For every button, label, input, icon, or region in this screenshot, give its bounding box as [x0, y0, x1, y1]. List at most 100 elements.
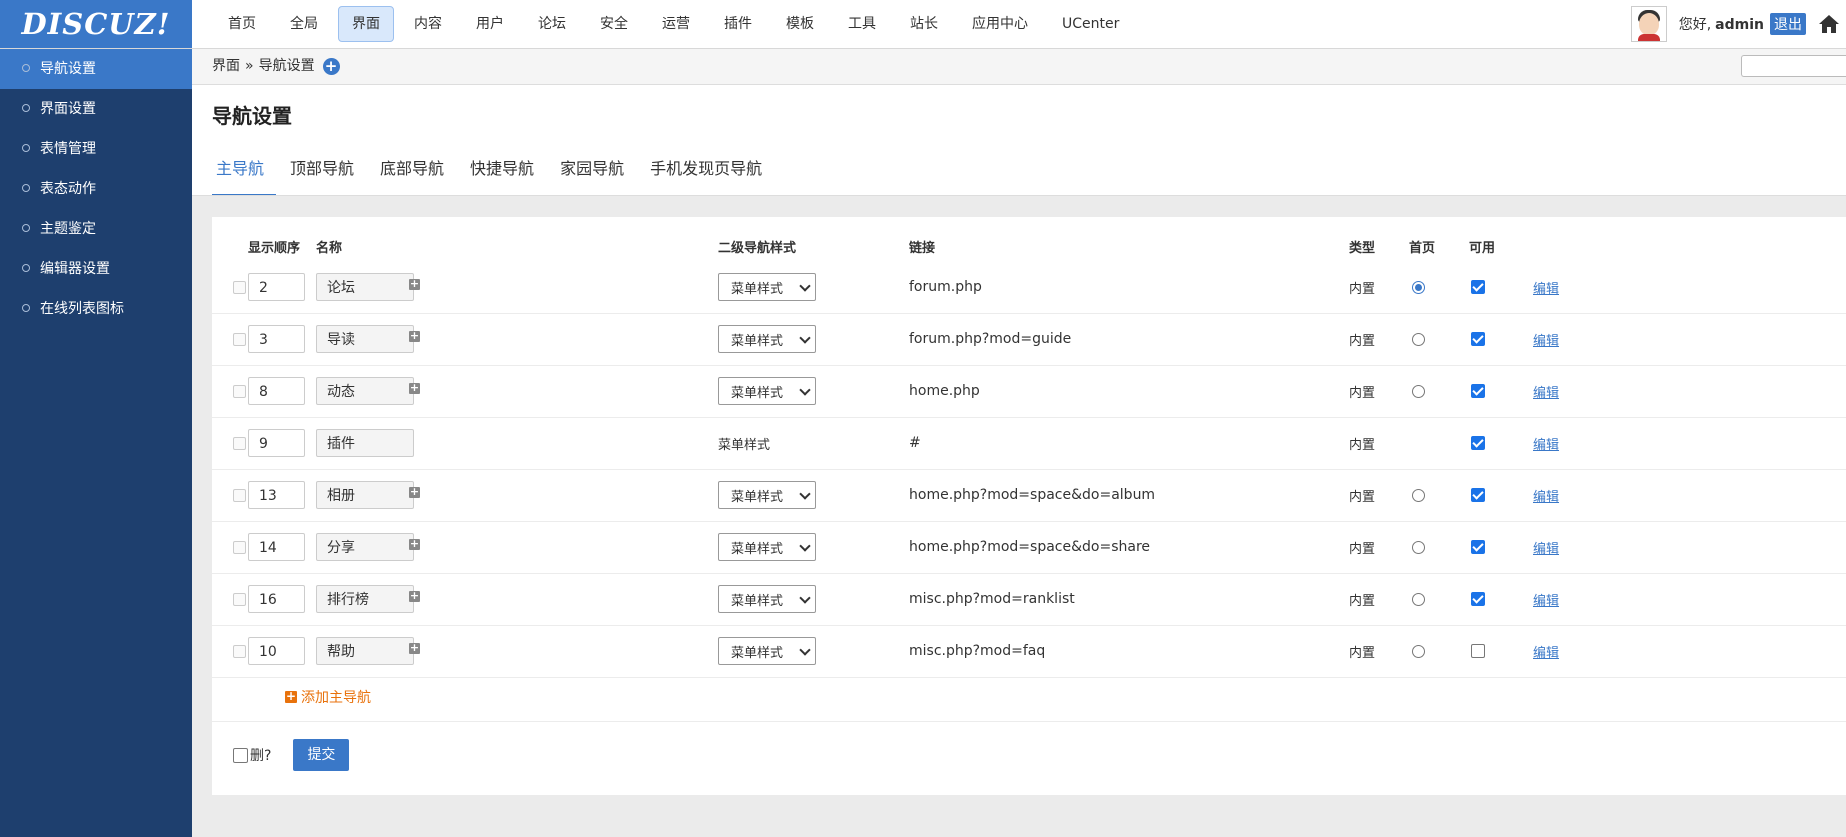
row-select-checkbox[interactable] — [233, 436, 246, 450]
home-radio[interactable] — [1412, 592, 1425, 606]
order-input[interactable]: 2 — [248, 273, 305, 301]
plus-square-icon[interactable]: + — [409, 330, 420, 342]
enabled-checkbox[interactable] — [1471, 332, 1485, 346]
top-nav-item[interactable]: 运营 — [648, 6, 704, 42]
home-radio[interactable] — [1412, 332, 1425, 346]
edit-link[interactable]: 编辑 — [1533, 434, 1559, 453]
tab-3[interactable]: 底部导航 — [368, 150, 456, 194]
name-input[interactable]: 相册 — [316, 481, 414, 509]
sidebar-item[interactable]: 界面设置 — [0, 89, 192, 129]
order-input[interactable]: 8 — [248, 377, 305, 405]
top-nav-item[interactable]: 插件 — [710, 6, 766, 42]
plus-square-icon[interactable]: + — [409, 486, 420, 498]
edit-link[interactable]: 编辑 — [1533, 330, 1559, 349]
edit-link[interactable]: 编辑 — [1533, 382, 1559, 401]
avatar[interactable] — [1630, 6, 1667, 42]
top-nav-item[interactable]: 用户 — [462, 6, 518, 42]
edit-link[interactable]: 编辑 — [1533, 538, 1559, 557]
enabled-checkbox[interactable] — [1471, 540, 1485, 554]
tab-1[interactable]: 主导航 — [212, 150, 277, 196]
plus-circle-icon[interactable]: + — [322, 58, 340, 75]
order-input[interactable]: 9 — [248, 429, 305, 457]
delete-checkbox[interactable] — [233, 747, 248, 763]
enabled-checkbox[interactable] — [1471, 280, 1485, 294]
submit-button[interactable]: 提交 — [293, 739, 350, 771]
order-input[interactable]: 16 — [248, 585, 305, 613]
top-nav-item[interactable]: 论坛 — [524, 6, 580, 42]
sidebar-item[interactable]: 表情管理 — [0, 129, 192, 169]
row-select-checkbox[interactable] — [233, 644, 246, 658]
tab-4[interactable]: 快捷导航 — [458, 150, 546, 194]
top-nav-item[interactable]: 站长 — [896, 6, 952, 42]
enabled-checkbox[interactable] — [1471, 488, 1485, 502]
edit-link[interactable]: 编辑 — [1533, 590, 1559, 609]
top-nav-item[interactable]: 首页 — [214, 6, 270, 42]
order-input[interactable]: 10 — [248, 637, 305, 665]
top-nav-item[interactable]: 工具 — [834, 6, 890, 42]
home-radio[interactable] — [1412, 488, 1425, 502]
sidebar-item[interactable]: 主题鉴定 — [0, 209, 192, 249]
breadcrumb-parent[interactable]: 界面 — [212, 49, 240, 84]
name-input[interactable]: 排行榜 — [316, 585, 414, 613]
plus-square-icon[interactable]: + — [409, 382, 420, 394]
order-input[interactable]: 14 — [248, 533, 305, 561]
name-input[interactable]: 帮助 — [316, 637, 414, 665]
edit-link[interactable]: 编辑 — [1533, 486, 1559, 505]
top-nav-item[interactable]: 应用中心 — [958, 6, 1042, 42]
sidebar-item[interactable]: 导航设置 — [0, 49, 192, 89]
substyle-select[interactable]: 菜单样式 — [718, 377, 816, 405]
order-input[interactable]: 3 — [248, 325, 305, 353]
name-input[interactable]: 导读 — [316, 325, 414, 353]
home-radio[interactable] — [1412, 644, 1425, 658]
home-radio[interactable] — [1412, 280, 1425, 294]
expand-cell: + — [409, 469, 420, 515]
row-select-checkbox[interactable] — [233, 592, 246, 606]
plus-square-icon[interactable]: + — [409, 590, 420, 602]
home-radio[interactable] — [1412, 540, 1425, 554]
logout-button[interactable]: 退出 — [1770, 13, 1806, 35]
home-icon[interactable] — [1818, 13, 1840, 35]
discuz-logo[interactable]: DISCUZ! — [0, 0, 192, 48]
plus-square-icon[interactable]: + — [409, 278, 420, 290]
substyle-select[interactable]: 菜单样式 — [718, 637, 816, 665]
sidebar-item-label: 界面设置 — [40, 101, 96, 117]
row-select-checkbox[interactable] — [233, 280, 246, 294]
enabled-checkbox[interactable] — [1471, 436, 1485, 450]
add-main-nav-link[interactable]: + 添加主导航 — [285, 687, 371, 707]
row-select-checkbox[interactable] — [233, 488, 246, 502]
top-nav-item[interactable]: 内容 — [400, 6, 456, 42]
enabled-checkbox[interactable] — [1471, 592, 1485, 606]
plus-square-icon[interactable]: + — [409, 642, 420, 654]
top-nav-item[interactable]: 安全 — [586, 6, 642, 42]
name-input[interactable]: 插件 — [316, 429, 414, 457]
sidebar-item[interactable]: 编辑器设置 — [0, 249, 192, 289]
substyle-select[interactable]: 菜单样式 — [718, 533, 816, 561]
tab-6[interactable]: 手机发现页导航 — [638, 150, 774, 194]
name-input[interactable]: 动态 — [316, 377, 414, 405]
order-input[interactable]: 13 — [248, 481, 305, 509]
edit-link[interactable]: 编辑 — [1533, 642, 1559, 661]
name-input[interactable]: 分享 — [316, 533, 414, 561]
enabled-checkbox[interactable] — [1471, 384, 1485, 398]
top-nav-item[interactable]: 模板 — [772, 6, 828, 42]
row-select-checkbox[interactable] — [233, 332, 246, 346]
tab-2[interactable]: 顶部导航 — [278, 150, 366, 194]
top-nav-item[interactable]: 全局 — [276, 6, 332, 42]
home-radio[interactable] — [1412, 384, 1425, 398]
plus-square-icon[interactable]: + — [409, 538, 420, 550]
search-input[interactable] — [1741, 55, 1846, 77]
row-select-checkbox[interactable] — [233, 540, 246, 554]
substyle-select[interactable]: 菜单样式 — [718, 325, 816, 353]
sidebar-item[interactable]: 表态动作 — [0, 169, 192, 209]
substyle-select[interactable]: 菜单样式 — [718, 585, 816, 613]
enabled-checkbox[interactable] — [1471, 644, 1485, 658]
row-select-checkbox[interactable] — [233, 384, 246, 398]
edit-link[interactable]: 编辑 — [1533, 278, 1559, 297]
top-nav-item[interactable]: 界面 — [338, 6, 394, 42]
substyle-select[interactable]: 菜单样式 — [718, 273, 816, 301]
substyle-select[interactable]: 菜单样式 — [718, 481, 816, 509]
top-nav-item[interactable]: UCenter — [1048, 6, 1133, 42]
sidebar-item[interactable]: 在线列表图标 — [0, 289, 192, 329]
name-input[interactable]: 论坛 — [316, 273, 414, 301]
tab-5[interactable]: 家园导航 — [548, 150, 636, 194]
